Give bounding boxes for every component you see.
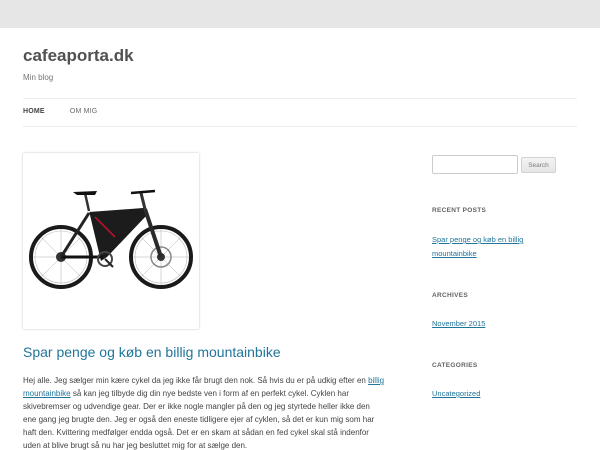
post-body-intro: Hej alle. Jeg sælger min kære cykel da j…	[23, 376, 366, 385]
site-description: Min blog	[23, 73, 54, 82]
recent-post-link[interactable]: Spar penge og køb en billig mountainbike	[432, 233, 562, 261]
post-body-rest: så kan jeg tilbyde dig din nye bedste ve…	[23, 389, 375, 450]
nav-item-home[interactable]: HOME	[23, 108, 45, 115]
featured-image[interactable]	[23, 153, 199, 329]
nav-divider-bottom	[23, 126, 577, 127]
archives-title: ARCHIVES	[432, 292, 468, 299]
post-title[interactable]: Spar penge og køb en billig mountainbike	[23, 344, 281, 360]
main-navigation: HOME OM MIG	[23, 108, 97, 115]
page-container: cafeaporta.dk Min blog HOME OM MIG Spar …	[0, 28, 600, 450]
archive-link[interactable]: November 2015	[432, 317, 562, 331]
category-link[interactable]: Uncategorized	[432, 387, 562, 401]
mountain-bike-image	[29, 189, 193, 289]
site-title[interactable]: cafeaporta.dk	[23, 46, 134, 66]
nav-divider-top	[23, 98, 577, 99]
search-input[interactable]	[432, 155, 518, 174]
search-button[interactable]: Search	[521, 157, 556, 173]
nav-item-om-mig[interactable]: OM MIG	[70, 108, 98, 115]
categories-title: CATEGORIES	[432, 362, 478, 369]
post-content: Hej alle. Jeg sælger min kære cykel da j…	[23, 374, 385, 450]
recent-posts-title: RECENT POSTS	[432, 207, 487, 214]
